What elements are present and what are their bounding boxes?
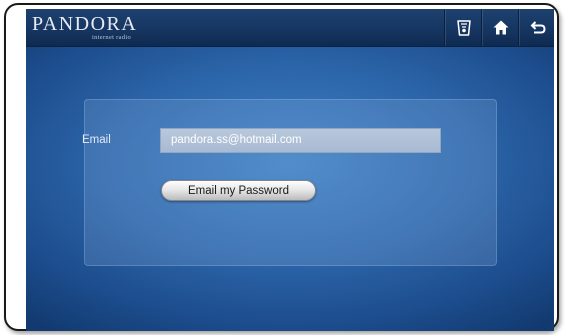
back-icon: [530, 20, 546, 33]
top-bar: PANDORA internet radio: [26, 9, 554, 47]
shop-button[interactable]: [444, 9, 482, 46]
logo-subtitle: internet radio: [92, 34, 132, 41]
email-label: Email: [82, 134, 111, 146]
back-button[interactable]: [518, 9, 554, 46]
app-screen: PANDORA internet radio: [26, 9, 554, 331]
email-password-button[interactable]: Email my Password: [161, 180, 316, 201]
home-icon: [493, 20, 508, 35]
email-field[interactable]: pandora.ss@hotmail.com: [160, 128, 441, 153]
pandora-logo: PANDORA: [32, 13, 138, 35]
shopping-cup-icon: [456, 19, 471, 36]
home-button[interactable]: [481, 9, 519, 46]
